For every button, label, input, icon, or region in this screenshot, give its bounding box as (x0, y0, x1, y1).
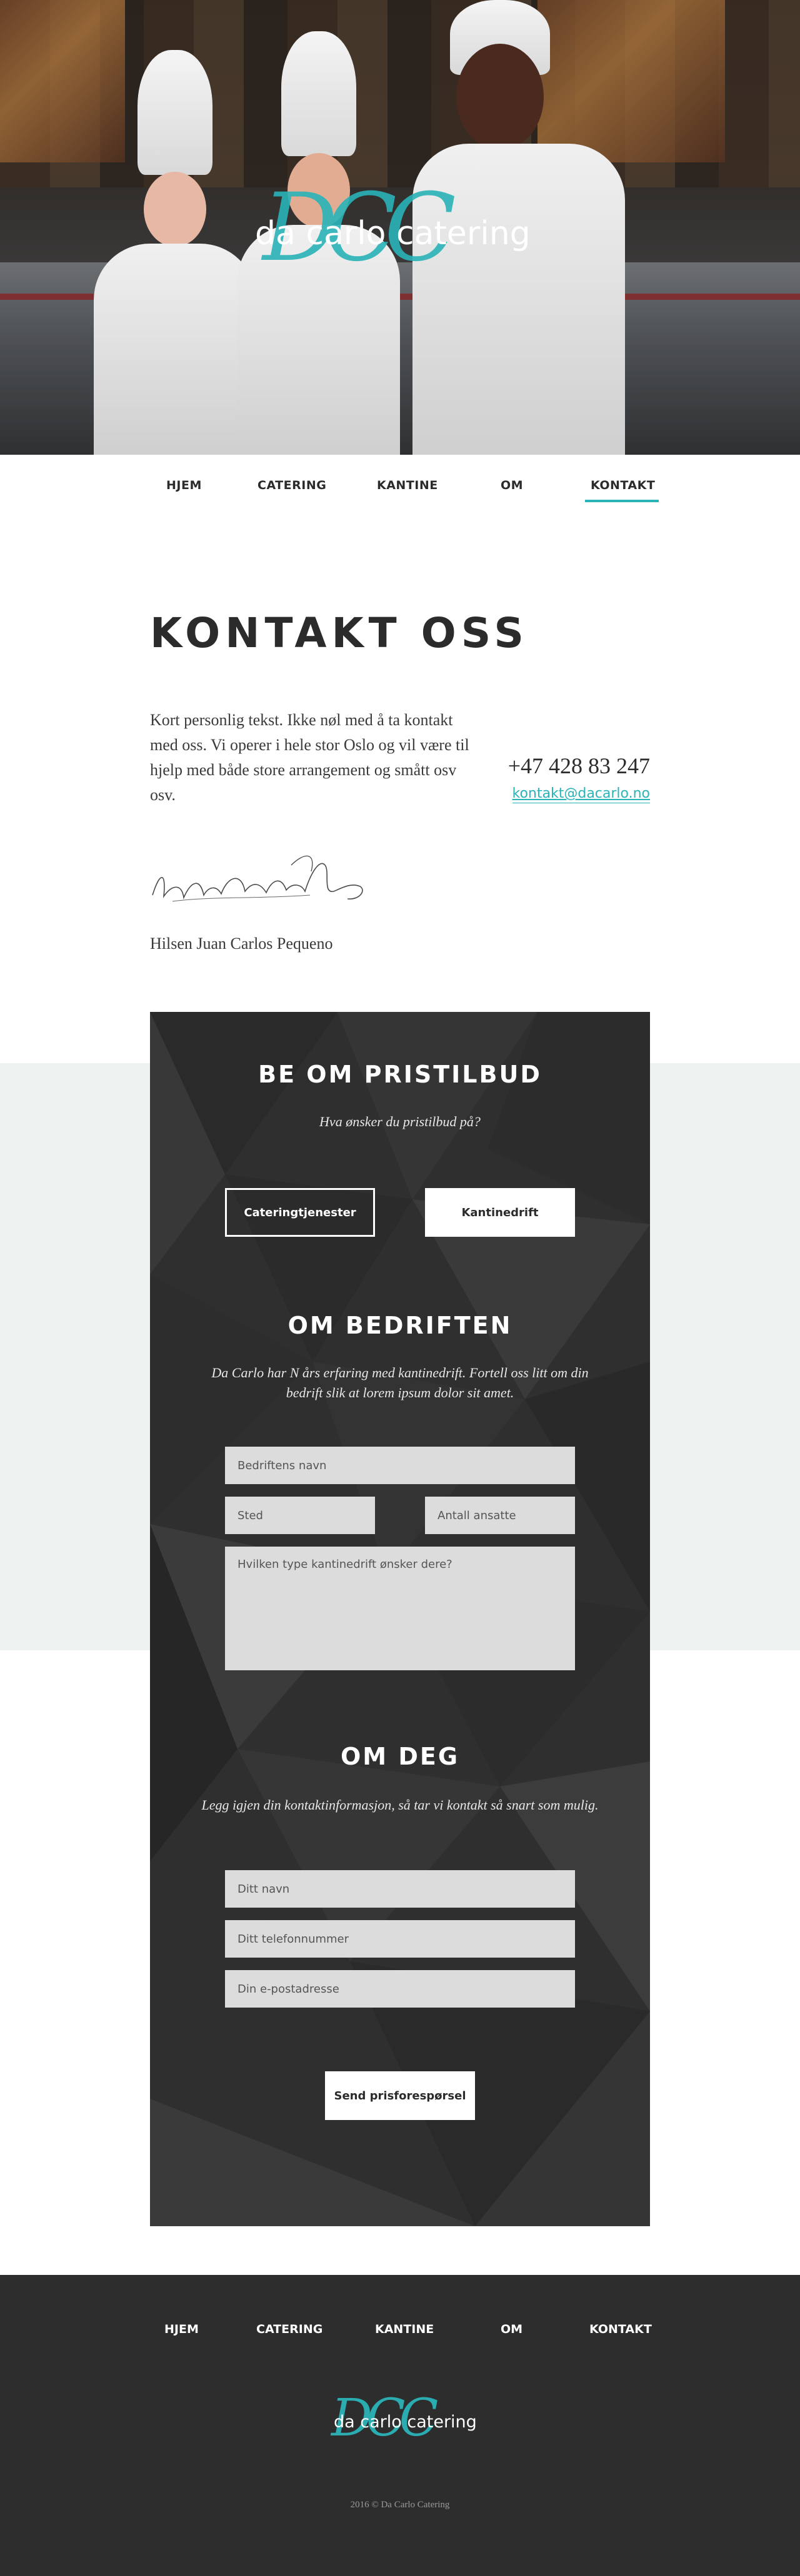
about-you-heading: OM DEG (340, 1743, 460, 1770)
option-kantinedrift-button[interactable]: Kantinedrift (425, 1188, 575, 1237)
hero-image: DCC da carlo catering (0, 0, 800, 455)
nav-item-om[interactable]: OM (501, 478, 523, 492)
canteen-type-textarea[interactable]: Hvilken type kantinedrift ønsker dere? (225, 1547, 575, 1670)
chef-left (94, 37, 256, 455)
nav-item-kantine[interactable]: KANTINE (377, 478, 438, 492)
footer-nav-catering[interactable]: CATERING (256, 2322, 322, 2336)
submit-quote-button[interactable]: Send prisforespørsel (325, 2071, 475, 2120)
name-input[interactable]: Ditt navn (225, 1870, 575, 1908)
nav-item-hjem[interactable]: HJEM (166, 478, 202, 492)
page-title: KONTAKT OSS (150, 609, 529, 657)
footer-logo-wordmark: da carlo catering (334, 2412, 477, 2432)
email-link[interactable]: kontakt@dacarlo.no (512, 786, 650, 803)
phone-input[interactable]: Ditt telefonnummer (225, 1920, 575, 1958)
nav-active-indicator (585, 500, 659, 502)
email-input[interactable]: Din e-postadresse (225, 1970, 575, 2008)
employees-input[interactable]: Antall ansatte (425, 1497, 575, 1534)
location-input[interactable]: Sted (225, 1497, 375, 1534)
company-heading: OM BEDRIFTEN (288, 1312, 512, 1339)
main-nav: HJEM CATERING KANTINE OM KONTAKT (0, 455, 800, 515)
footer-nav-hjem[interactable]: HJEM (164, 2322, 199, 2336)
footer-nav-kantine[interactable]: KANTINE (375, 2322, 434, 2336)
footer-nav-kontakt[interactable]: KONTAKT (589, 2322, 652, 2336)
greeting-signoff: Hilsen Juan Carlos Pequeno (150, 934, 333, 953)
quote-form-panel: BE OM PRISTILBUD Hva ønsker du pristilbu… (150, 1012, 650, 2226)
logo-wordmark: da carlo catering (255, 215, 531, 252)
footer-logo[interactable]: DCC da carlo catering (325, 2389, 477, 2450)
nav-item-catering[interactable]: CATERING (258, 478, 326, 492)
about-you-description: Legg igjen din kontaktinformasjon, så ta… (201, 1797, 599, 1813)
company-description: Da Carlo har N års erfaring med kantined… (211, 1365, 589, 1400)
intro-text: Kort personlig tekst. Ikke nøl med å ta … (150, 711, 469, 804)
footer: HJEM CATERING KANTINE OM KONTAKT DCC da … (0, 2275, 800, 2576)
phone-number[interactable]: +47 428 83 247 (508, 753, 650, 779)
brand-logo[interactable]: DCC da carlo catering (238, 181, 562, 275)
quote-heading: BE OM PRISTILBUD (258, 1061, 542, 1088)
company-name-input[interactable]: Bedriftens navn (225, 1447, 575, 1484)
copyright-text: 2016 © Da Carlo Catering (350, 2500, 450, 2510)
nav-item-kontakt[interactable]: KONTAKT (591, 478, 655, 492)
footer-nav-om[interactable]: OM (501, 2322, 522, 2336)
option-cateringtjenester-button[interactable]: Cateringtjenester (225, 1188, 375, 1237)
signature-image (152, 855, 363, 902)
quote-question: Hva ønsker du pristilbud på? (319, 1114, 481, 1129)
